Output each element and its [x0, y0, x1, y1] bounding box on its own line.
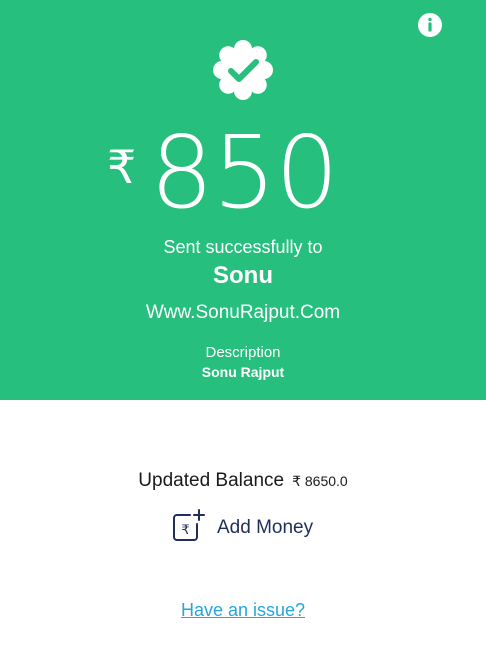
description-label: Description — [205, 344, 281, 361]
verified-check-badge-icon — [213, 40, 273, 100]
status-text: Sent successfully to — [163, 237, 323, 257]
wallet-add-rupee-icon: ₹ — [173, 509, 205, 541]
currency-symbol: ₹ — [107, 140, 137, 194]
amount-display: ₹ 850 — [0, 118, 486, 228]
amount-value: 850 — [150, 114, 339, 231]
add-money-label: Add Money — [217, 517, 314, 538]
balance-label: Updated Balance — [138, 470, 285, 491]
issue-link-row: Have an issue? — [0, 598, 486, 622]
recipient-url: Www.SonuRajput.Com — [145, 302, 341, 323]
svg-text:₹: ₹ — [181, 523, 189, 538]
info-icon — [418, 13, 442, 37]
info-button[interactable] — [418, 13, 442, 37]
balance-value: ₹ 8650.0 — [292, 473, 348, 489]
add-money-button[interactable]: ₹ Add Money — [170, 508, 330, 544]
success-panel: ₹ 850 Sent successfully to Sonu Www.Sonu… — [0, 0, 486, 400]
recipient-name: Sonu — [213, 262, 273, 289]
have-an-issue-link[interactable]: Have an issue? — [181, 600, 305, 620]
description-value: Sonu Rajput — [201, 364, 285, 380]
updated-balance: Updated Balance ₹ 8650.0 — [0, 468, 486, 494]
